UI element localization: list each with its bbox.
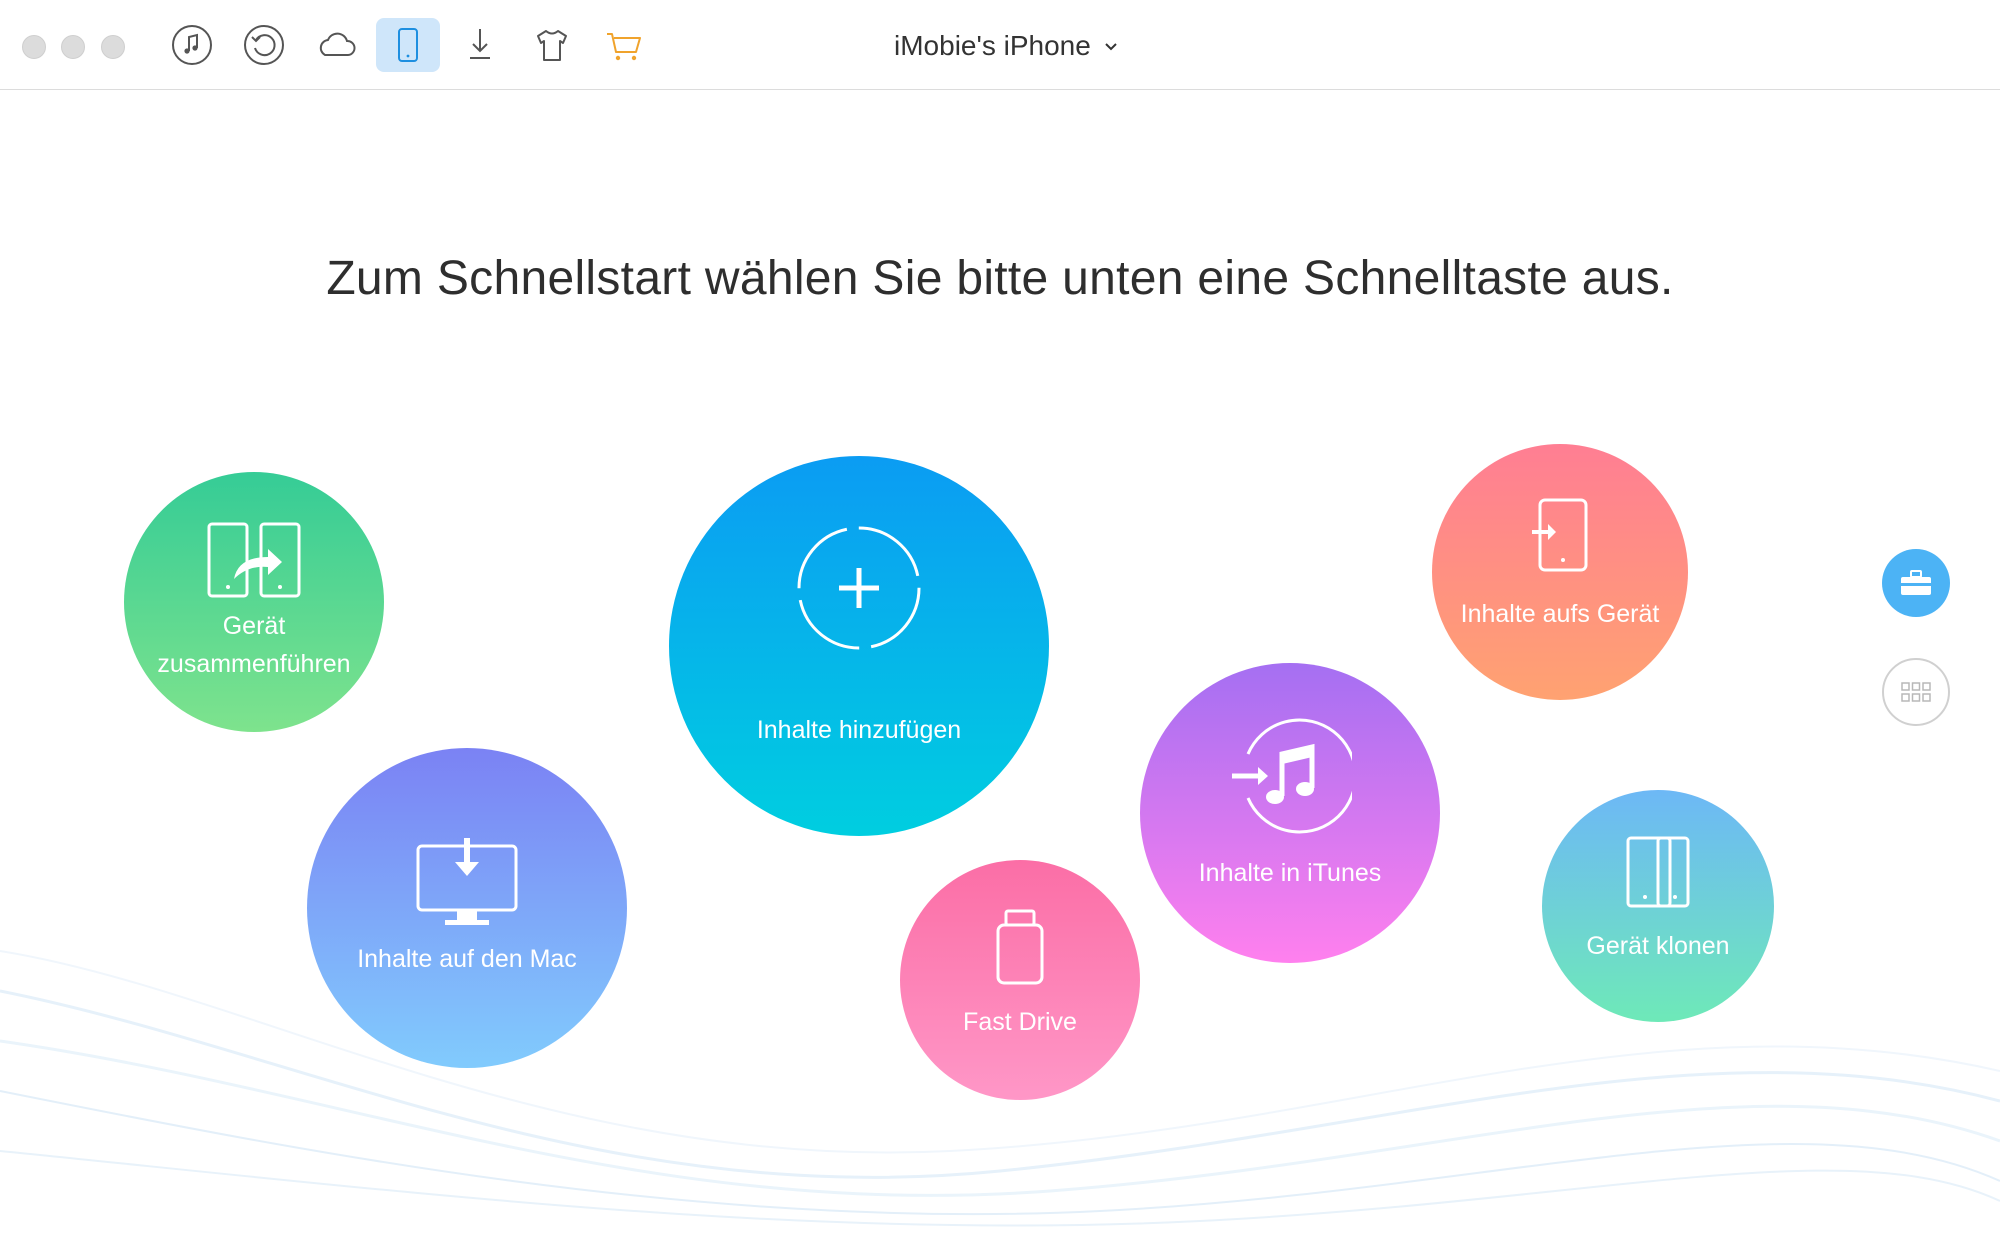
clone-device-label: Gerät klonen <box>1586 932 1730 960</box>
download-icon <box>470 29 490 59</box>
icloud-button[interactable] <box>304 18 368 72</box>
theme-button[interactable] <box>520 18 584 72</box>
device-manager-button[interactable] <box>376 18 440 72</box>
shopping-cart-icon <box>607 33 641 61</box>
fast-drive-button[interactable]: Fast Drive <box>900 860 1140 1100</box>
music-note-icon <box>172 25 212 65</box>
download-button[interactable] <box>448 18 512 72</box>
device-clone-icon <box>1626 836 1690 908</box>
minimize-window-button[interactable] <box>61 35 85 59</box>
tshirt-theme-icon <box>537 30 567 61</box>
store-button[interactable] <box>592 18 656 72</box>
merge-device-button[interactable]: Gerät zusammenführen <box>124 472 384 732</box>
add-content-label: Inhalte hinzufügen <box>756 716 962 744</box>
icloud-icon <box>319 32 356 56</box>
headline: Zum Schnellstart wählen Sie bitte unten … <box>326 252 1674 305</box>
clone-device-button[interactable]: Gerät klonen <box>1542 790 1774 1022</box>
device-name: iMobie's iPhone <box>894 30 1091 61</box>
chevron-down-icon <box>1105 43 1117 51</box>
toolbox-icon <box>1901 570 1931 595</box>
usb-drive-icon <box>996 909 1044 985</box>
grid-icon <box>1901 682 1931 702</box>
content-to-device-button[interactable]: Inhalte aufs Gerät <box>1432 444 1688 700</box>
merge-device-label-2: zusammenführen <box>157 650 351 678</box>
content-to-itunes-button[interactable]: Inhalte in iTunes <box>1140 663 1440 963</box>
to-device-icon <box>1532 498 1588 572</box>
add-content-button[interactable]: Inhalte hinzufügen <box>669 456 1049 836</box>
classic-view-button[interactable] <box>1882 658 1950 726</box>
device-merge-icon <box>207 522 301 598</box>
zoom-window-button[interactable] <box>101 35 125 59</box>
content-to-itunes-label: Inhalte in iTunes <box>1198 859 1382 887</box>
content-to-mac-button[interactable]: Inhalte auf den Mac <box>307 748 627 1068</box>
to-mac-icon <box>416 838 518 925</box>
title-bar: iMobie's iPhone <box>0 0 2000 90</box>
toolbox-button[interactable] <box>1882 549 1950 617</box>
backup-manager-button[interactable] <box>232 18 296 72</box>
itunes-icon <box>1232 718 1352 834</box>
main-area: Zum Schnellstart wählen Sie bitte unten … <box>0 91 2000 1240</box>
close-window-button[interactable] <box>22 35 46 59</box>
merge-device-label-1: Gerät <box>222 612 286 640</box>
device-selector[interactable]: iMobie's iPhone <box>894 26 1119 66</box>
iphone-device-icon <box>398 28 418 62</box>
content-to-device-label: Inhalte aufs Gerät <box>1460 600 1660 628</box>
itunes-library-button[interactable] <box>160 18 224 72</box>
add-plus-icon <box>797 526 921 650</box>
fast-drive-label: Fast Drive <box>963 1008 1077 1036</box>
backup-restore-icon <box>244 25 284 65</box>
content-to-mac-label: Inhalte auf den Mac <box>357 945 577 973</box>
